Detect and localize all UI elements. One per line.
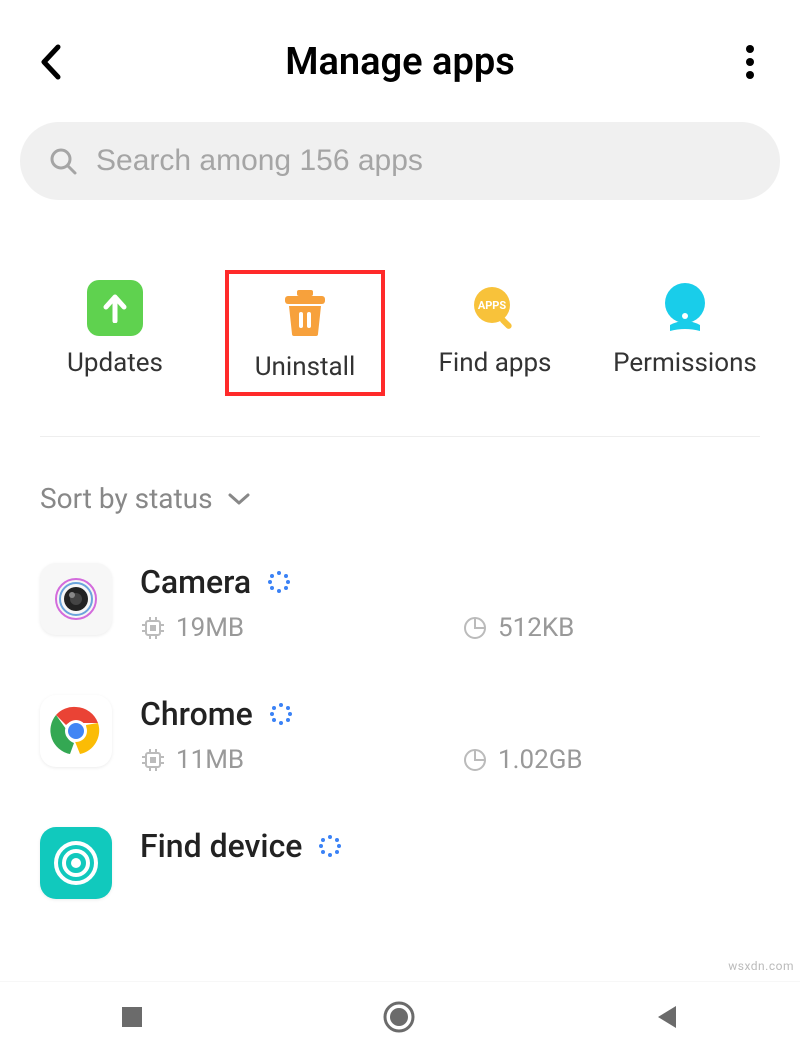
app-name: Camera [140,563,251,601]
actions-row: Updates Uninstall APPS Find apps [0,200,800,436]
loading-icon [318,834,342,858]
uninstall-button[interactable]: Uninstall [225,270,385,396]
back-button[interactable] [30,42,70,82]
pie-icon [462,747,488,773]
circle-icon [381,999,417,1035]
nav-home-button[interactable] [381,999,417,1035]
find-apps-label: Find apps [439,348,552,378]
app-body: Find device [140,827,760,865]
app-name: Find device [140,827,302,865]
svg-text:APPS: APPS [478,299,507,312]
header: Manage apps [0,0,800,114]
chip-icon [140,747,166,773]
permissions-label: Permissions [613,348,757,378]
more-vertical-icon [745,44,755,80]
uninstall-label: Uninstall [255,352,356,382]
nav-back-button[interactable] [652,1002,682,1032]
app-body: Chrome 11MB 1.02GB [140,695,760,775]
chip-icon [140,615,166,641]
app-storage: 19MB [176,613,244,643]
updates-icon [87,280,143,336]
triangle-back-icon [652,1002,682,1032]
search-input[interactable] [96,144,752,178]
search-bar[interactable] [20,122,780,200]
app-data: 512KB [498,613,574,643]
android-navbar [0,981,800,1051]
more-button[interactable] [730,42,770,82]
app-row-find-device[interactable]: Find device [0,809,800,933]
back-icon [38,43,62,81]
pie-icon [462,615,488,641]
updates-label: Updates [67,348,163,378]
updates-button[interactable]: Updates [35,270,195,388]
square-icon [118,1003,146,1031]
app-row-chrome[interactable]: Chrome 11MB 1.02GB [0,677,800,809]
app-data: 1.02GB [498,745,583,775]
watermark: wsxdn.com [728,959,794,973]
camera-app-icon [40,563,112,635]
app-row-camera[interactable]: Camera 19MB 512KB [0,545,800,677]
app-name: Chrome [140,695,253,733]
find-apps-button[interactable]: APPS Find apps [415,270,575,388]
search-icon [48,146,78,176]
nav-recents-button[interactable] [118,1003,146,1031]
chevron-down-icon [227,492,251,506]
chrome-app-icon [40,695,112,767]
find-apps-icon: APPS [467,280,523,336]
sort-dropdown[interactable]: Sort by status [0,437,800,545]
permissions-icon [657,280,713,336]
find-device-app-icon [40,827,112,899]
loading-icon [269,702,293,726]
loading-icon [267,570,291,594]
app-storage: 11MB [176,745,244,775]
app-list: Camera 19MB 512KB [0,545,800,933]
permissions-button[interactable]: Permissions [605,270,765,388]
trash-icon [277,284,333,340]
page-title: Manage apps [70,40,730,84]
sort-label: Sort by status [40,482,213,515]
app-body: Camera 19MB 512KB [140,563,760,643]
